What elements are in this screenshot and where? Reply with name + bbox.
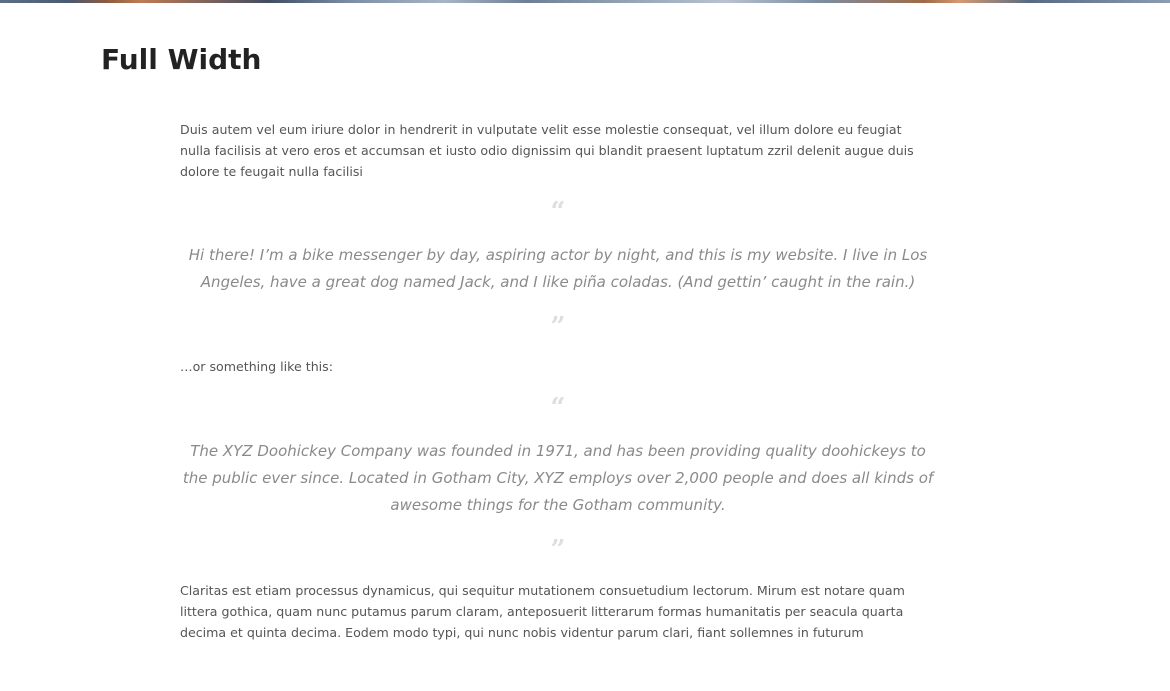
intro-paragraph: Duis autem vel eum iriure dolor in hendr… <box>180 122 914 179</box>
header-image-strip <box>0 0 1170 3</box>
quote-open-icon: “ <box>550 197 566 227</box>
quote-close-icon: ” <box>550 535 566 565</box>
outro-paragraph: Claritas est etiam processus dynamicus, … <box>180 583 905 640</box>
page-title: Full Width <box>101 43 262 76</box>
blockquote-text: The XYZ Doohickey Company was founded in… <box>182 442 934 514</box>
blockquote-text: Hi there! I’m a bike messenger by day, a… <box>188 246 928 291</box>
page-content: Duis autem vel eum iriure dolor in hendr… <box>180 119 936 643</box>
blockquote-2: “ The XYZ Doohickey Company was founded … <box>180 393 936 565</box>
quote-open-icon: “ <box>550 393 566 423</box>
page: Full Width Duis autem vel eum iriure dol… <box>0 0 1170 691</box>
quote-close-icon: ” <box>550 312 566 342</box>
between-paragraph: …or something like this: <box>180 359 333 374</box>
blockquote-1: “ Hi there! I’m a bike messenger by day,… <box>180 197 936 342</box>
